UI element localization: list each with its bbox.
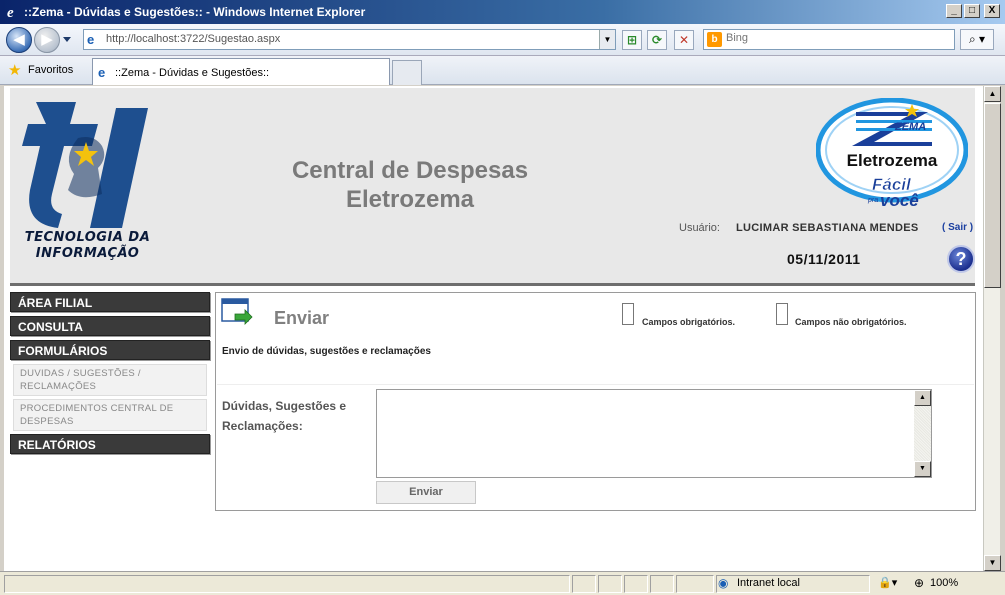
maximize-button[interactable]: □ <box>964 4 980 18</box>
browser-tab[interactable]: e ::Zema - Dúvidas e Sugestões:: <box>92 58 390 85</box>
form-panel: Enviar Campos obrigatórios. Campos não o… <box>215 292 976 511</box>
tab-page-icon: e <box>98 65 106 80</box>
zema-slogan-end: você <box>880 191 919 210</box>
logout-link[interactable]: ( Sair ) <box>942 222 973 233</box>
send-form-icon <box>221 298 253 325</box>
minimize-button[interactable]: _ <box>946 4 962 18</box>
textarea-scrollbar[interactable]: ▲ ▼ <box>914 390 931 477</box>
form-divider <box>217 384 974 385</box>
ie-logo-icon: e <box>6 4 22 21</box>
legend-optional-box <box>776 303 788 325</box>
zema-slogan-small: pra <box>867 197 878 204</box>
stop-icon[interactable]: ✕ <box>674 30 694 50</box>
send-button[interactable]: Enviar <box>376 481 476 504</box>
history-dropdown-icon[interactable] <box>63 37 71 42</box>
close-button[interactable]: X <box>984 4 1000 18</box>
page-header: TECNOLOGIA DA INFORMAÇÃO Central de Desp… <box>10 88 975 286</box>
favorites-star-icon[interactable]: ★ <box>8 61 21 79</box>
bing-icon: b <box>707 32 722 47</box>
favorites-label[interactable]: Favoritos <box>28 64 73 76</box>
status-cell <box>624 575 648 593</box>
page-scroll-up-icon[interactable]: ▲ <box>984 86 1001 102</box>
search-box[interactable]: b <box>703 29 955 50</box>
status-bar: ◉ Intranet local 🔒▾ ⊕ 100% <box>0 571 1005 595</box>
current-date: 05/11/2011 <box>787 251 861 267</box>
section-title: Enviar <box>274 308 330 328</box>
sidebar-menu: ÁREA FILIAL CONSULTA FORMULÁRIOS DUVIDAS… <box>10 292 210 458</box>
legend-optional-label: Campos não obrigatórios. <box>795 317 907 327</box>
field-label-duvidas: Dúvidas, Sugestões e Reclamações: <box>222 399 347 433</box>
ti-caption-line2: INFORMAÇÃO <box>35 246 140 261</box>
menu-consulta[interactable]: CONSULTA <box>10 316 210 336</box>
tab-title: ::Zema - Dúvidas e Sugestões:: <box>115 67 270 79</box>
search-input[interactable] <box>726 32 946 44</box>
scroll-up-icon[interactable]: ▲ <box>914 390 931 406</box>
forward-button[interactable]: ▶ <box>34 27 60 53</box>
zoom-level[interactable]: 100% <box>930 577 958 589</box>
status-cell-main <box>4 575 570 593</box>
url-field[interactable]: e http://localhost:3722/Sugestao.aspx ▼ <box>83 29 616 50</box>
url-dropdown-icon[interactable]: ▼ <box>599 30 615 49</box>
menu-relatorios[interactable]: RELATÓRIOS <box>10 434 210 454</box>
zoom-icon[interactable]: ⊕ <box>914 576 924 590</box>
status-cell <box>572 575 596 593</box>
menu-item-procedimentos[interactable]: PROCEDIMENTOS CENTRAL DE DESPESAS <box>13 399 207 431</box>
user-label: Usuário: <box>679 222 720 234</box>
zema-name: Eletrozema <box>847 151 938 170</box>
page-scrollbar[interactable]: ▲ ▼ <box>983 86 1001 571</box>
ti-logo <box>22 102 148 228</box>
refresh-icon[interactable]: ⟳ <box>647 30 667 50</box>
app-title-line2: Eletrozema <box>345 186 475 213</box>
window-title: ::Zema - Dúvidas e Sugestões:: - Windows… <box>24 5 366 19</box>
status-cell <box>598 575 622 593</box>
message-textarea[interactable] <box>377 390 914 477</box>
search-button[interactable]: ⌕ ▾ <box>960 29 994 50</box>
page-icon: e <box>87 32 95 47</box>
menu-item-duvidas-sugestoes[interactable]: DUVIDAS / SUGESTÕES / RECLAMAÇÕES <box>13 364 207 396</box>
status-cell <box>676 575 714 593</box>
protected-mode-icon[interactable]: 🔒▾ <box>878 576 897 589</box>
url-text[interactable]: http://localhost:3722/Sugestao.aspx <box>106 33 280 45</box>
app-title: Central de Despesas Eletrozema <box>250 156 570 214</box>
security-zone: Intranet local <box>737 577 800 589</box>
page-scroll-down-icon[interactable]: ▼ <box>984 555 1001 571</box>
back-button[interactable]: ◀ <box>6 27 32 53</box>
address-bar: ◀ ▶ e http://localhost:3722/Sugestao.asp… <box>0 24 1005 56</box>
zema-brand: ZEMA <box>894 121 926 133</box>
intranet-zone-icon: ◉ <box>718 576 729 590</box>
eletrozema-logo: ZEMA Eletrozema Fácil pra você <box>816 98 968 210</box>
window-titlebar: e ::Zema - Dúvidas e Sugestões:: - Windo… <box>0 0 1005 24</box>
menu-area-filial[interactable]: ÁREA FILIAL <box>10 292 210 312</box>
ti-caption-line1: TECNOLOGIA DA <box>24 230 151 245</box>
page-scroll-thumb[interactable] <box>984 103 1001 288</box>
user-name: LUCIMAR SEBASTIANA MENDES <box>736 222 919 234</box>
new-tab-button[interactable] <box>392 60 422 85</box>
help-icon[interactable]: ? <box>947 245 975 273</box>
status-cell <box>650 575 674 593</box>
svg-text:e: e <box>7 5 14 20</box>
favorites-bar: ★ Favoritos e ::Zema - Dúvidas e Sugestõ… <box>0 56 1005 85</box>
message-textarea-wrapper: ▲ ▼ <box>376 389 932 478</box>
legend-required-label: Campos obrigatórios. <box>642 317 736 327</box>
page-viewport: TECNOLOGIA DA INFORMAÇÃO Central de Desp… <box>4 86 983 571</box>
menu-formularios[interactable]: FORMULÁRIOS <box>10 340 210 360</box>
ti-caption: TECNOLOGIA DA INFORMAÇÃO <box>15 230 160 262</box>
scroll-down-icon[interactable]: ▼ <box>914 461 931 477</box>
app-title-line1: Central de Despesas <box>291 157 529 184</box>
form-subtitle: Envio de dúvidas, sugestões e reclamaçõe… <box>222 346 431 357</box>
compatibility-icon[interactable]: ⊞ <box>622 30 642 50</box>
legend-required-box <box>622 303 634 325</box>
